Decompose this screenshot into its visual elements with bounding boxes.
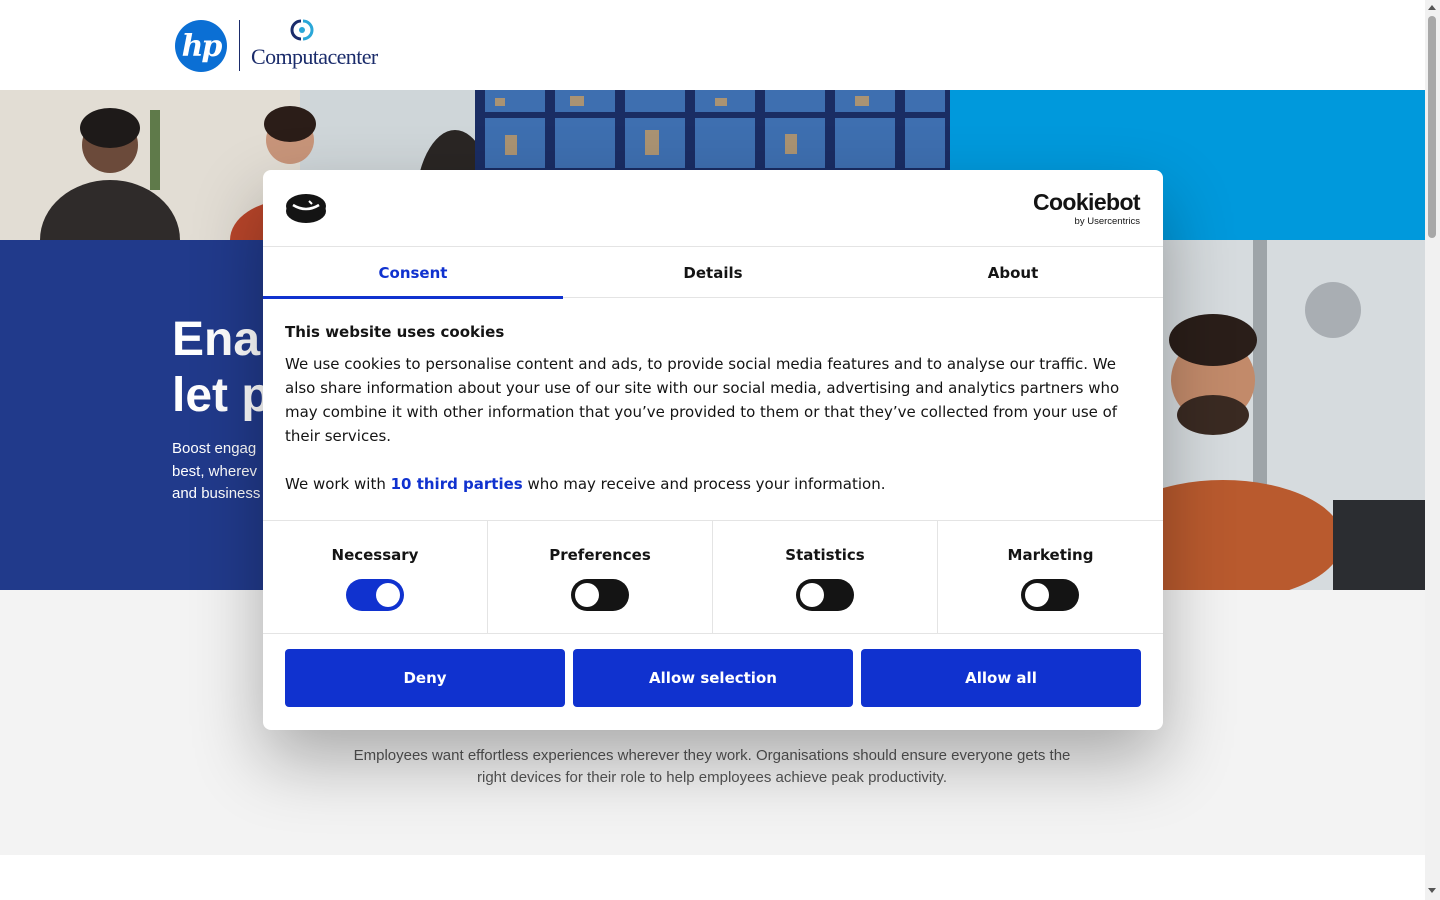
tab-details[interactable]: Details xyxy=(563,247,863,298)
site-header: hp Computacenter xyxy=(0,0,1425,90)
third-parties-prefix: We work with xyxy=(285,475,391,493)
logo-divider xyxy=(239,20,240,71)
scroll-up-arrow-icon[interactable] xyxy=(1428,5,1436,10)
hp-logo-text: hp xyxy=(181,28,223,64)
cookiebot-logo[interactable]: Cookiebot by Usercentrics xyxy=(1032,189,1141,228)
intro-text-line1: Employees want effortless experiences wh… xyxy=(353,747,1071,764)
scroll-down-arrow-icon[interactable] xyxy=(1428,888,1436,893)
dialog-header: Cookiebot by Usercentrics xyxy=(263,170,1163,247)
necessary-toggle[interactable] xyxy=(346,579,404,611)
page-scrollbar[interactable] xyxy=(1425,0,1440,900)
dialog-body: This website uses cookies We use cookies… xyxy=(285,322,1135,496)
tab-about[interactable]: About xyxy=(863,247,1163,298)
cookiebot-byline: by Usercentrics xyxy=(1074,216,1140,227)
hp-logo[interactable]: hp xyxy=(175,20,227,72)
man-at-desk-photo xyxy=(1163,240,1425,590)
intro-text: Employees want effortless experiences wh… xyxy=(312,745,1112,789)
allow-selection-button[interactable]: Allow selection xyxy=(573,649,853,707)
cookiebot-wordmark: Cookiebot xyxy=(1032,189,1141,215)
hero-title: Ena let p xyxy=(172,312,271,424)
toggle-cell-preferences: Preferences xyxy=(488,521,713,634)
toggle-label-statistics: Statistics xyxy=(785,546,865,564)
hero-title-line1: Ena xyxy=(172,313,261,366)
deny-button[interactable]: Deny xyxy=(285,649,565,707)
dialog-buttons: Deny Allow selection Allow all xyxy=(285,649,1141,707)
cookie-brand-icon xyxy=(286,194,326,223)
toggle-cell-necessary: Necessary xyxy=(263,521,488,634)
computacenter-mark-icon xyxy=(290,19,314,41)
marketing-toggle[interactable] xyxy=(1021,579,1079,611)
preferences-toggle[interactable] xyxy=(571,579,629,611)
third-parties-text: We work with 10 third parties who may re… xyxy=(285,472,1135,496)
cookie-description: We use cookies to personalise content an… xyxy=(285,355,1120,445)
toggle-label-necessary: Necessary xyxy=(331,546,419,564)
toggle-knob xyxy=(800,583,824,607)
cookie-consent-dialog: Cookiebot by Usercentrics Consent Detail… xyxy=(263,170,1163,730)
toggle-cell-statistics: Statistics xyxy=(713,521,938,634)
toggle-knob xyxy=(1025,583,1049,607)
intro-text-line2: right devices for their role to help emp… xyxy=(477,769,947,786)
cookie-heading: This website uses cookies xyxy=(285,323,505,341)
toggle-label-marketing: Marketing xyxy=(1007,546,1094,564)
toggle-knob xyxy=(376,583,400,607)
cookie-category-toggles: Necessary Preferences Statistics Marketi… xyxy=(263,520,1163,634)
dialog-tabs: Consent Details About xyxy=(263,247,1163,299)
toggle-knob xyxy=(575,583,599,607)
computacenter-wordmark: Computacenter xyxy=(251,44,378,69)
computacenter-logo[interactable]: Computacenter xyxy=(251,18,378,74)
hero-title-line2: let p xyxy=(172,369,271,422)
third-parties-suffix: who may receive and process your informa… xyxy=(522,475,886,493)
allow-all-button[interactable]: Allow all xyxy=(861,649,1141,707)
toggle-label-preferences: Preferences xyxy=(549,546,651,564)
toggle-cell-marketing: Marketing xyxy=(938,521,1163,634)
third-parties-link[interactable]: 10 third parties xyxy=(391,475,523,493)
statistics-toggle[interactable] xyxy=(796,579,854,611)
tab-consent[interactable]: Consent xyxy=(263,247,563,299)
scrollbar-thumb[interactable] xyxy=(1428,16,1436,238)
